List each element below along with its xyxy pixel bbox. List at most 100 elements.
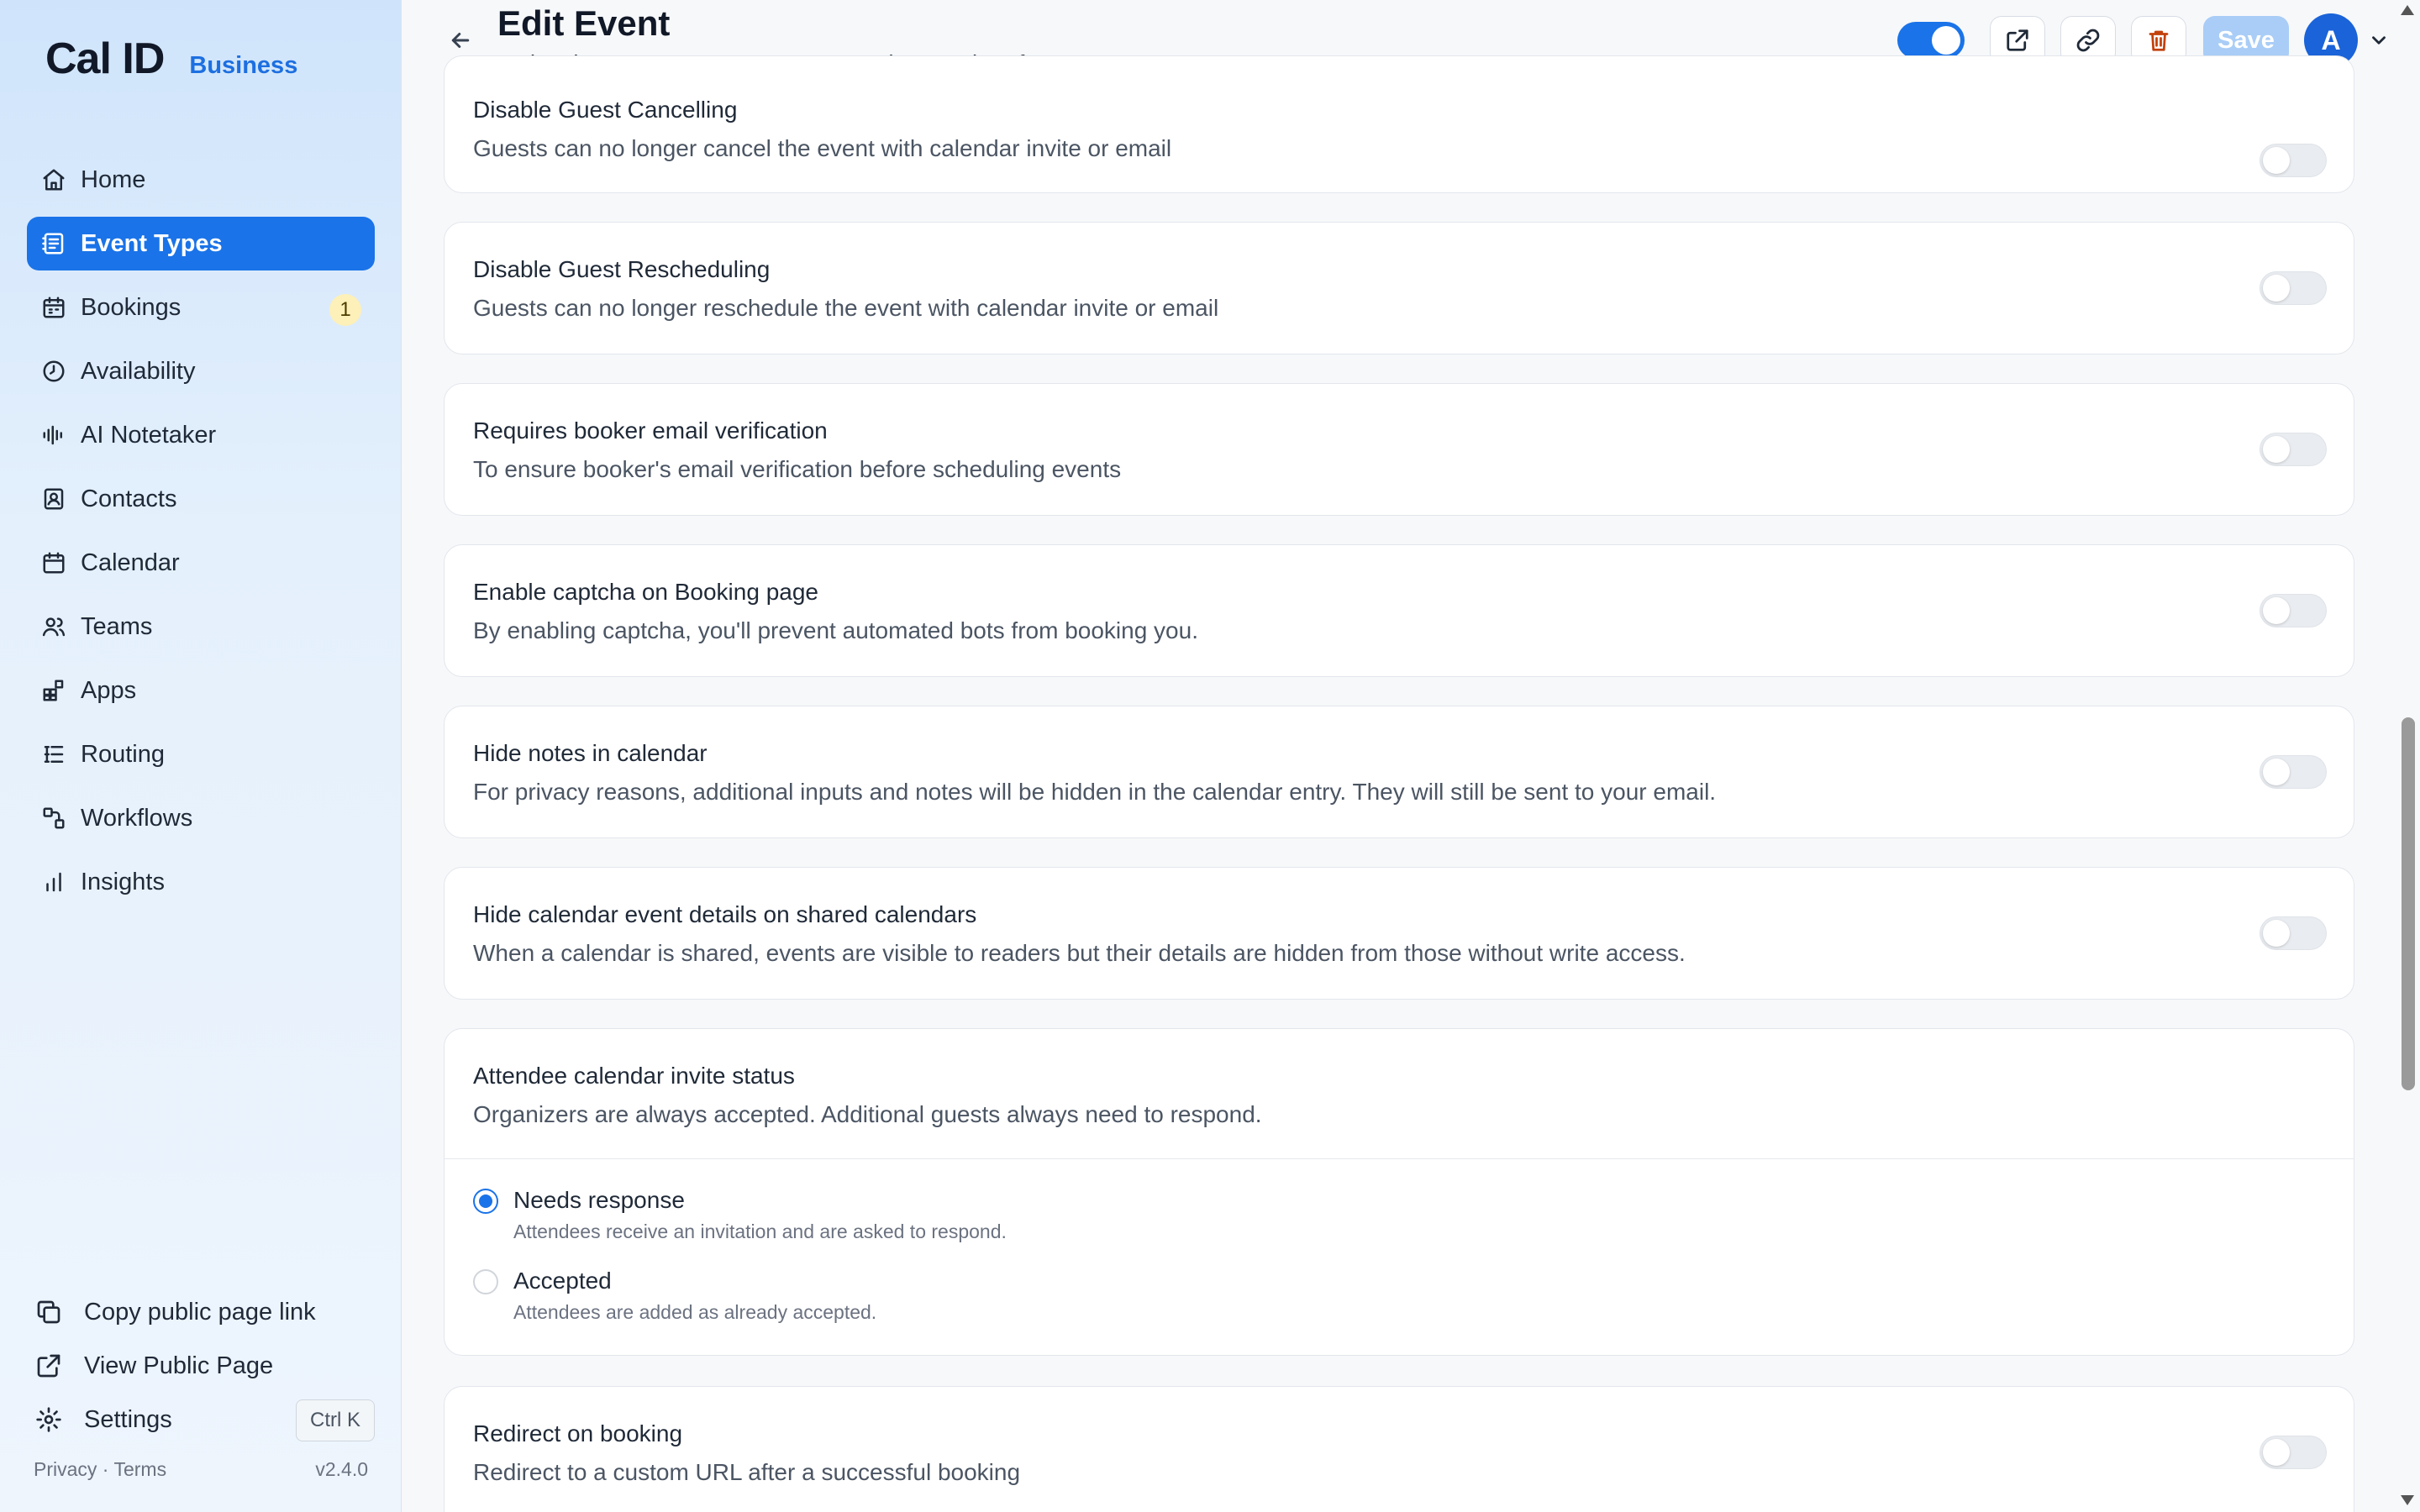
setting-description: Redirect to a custom URL after a success… [473,1459,1021,1485]
user-menu-button[interactable] [2366,28,2391,53]
sidebar-item-home[interactable]: Home [27,153,375,207]
enable-captcha-toggle[interactable] [2260,594,2327,627]
setting-card-enable-captcha: Enable captcha on Booking page By enabli… [444,544,2354,677]
setting-description: To ensure booker's email verification be… [473,456,1122,482]
settings-link[interactable]: Settings Ctrl K [34,1393,375,1446]
brand-name: Cal ID [45,34,165,83]
trash-icon [2149,30,2169,51]
scroll-up-arrow[interactable] [2401,5,2414,15]
sidebar-nav: Home Event Types Bookings 1 Availability… [27,153,375,919]
radio-hint: Attendees receive an invitation and are … [513,1221,1007,1242]
setting-title: Attendee calendar invite status [473,1063,795,1089]
sidebar-item-availability[interactable]: Availability [27,344,375,398]
setting-card-hide-calendar-event-details: Hide calendar event details on shared ca… [444,867,2354,1000]
chevron-down-icon [2372,36,2386,45]
view-public-page-link[interactable]: View Public Page [34,1339,375,1393]
sidebar-item-label: Teams [81,612,153,640]
setting-card-redirect-on-booking: Redirect on booking Redirect to a custom… [444,1386,2354,1512]
setting-description: Guests can no longer cancel the event wi… [473,135,1172,161]
sidebar-item-label: Apps [81,676,137,704]
workflow-icon [40,805,67,832]
brand-logo[interactable]: Cal ID Business [45,34,297,84]
setting-card-disable-guest-rescheduling: Disable Guest Rescheduling Guests can no… [444,222,2354,354]
radio-hint: Attendees are added as already accepted. [513,1301,877,1323]
event-enabled-toggle[interactable] [1897,22,1965,59]
sidebar-item-contacts[interactable]: Contacts [27,472,375,526]
sidebar-item-label: Home [81,165,146,193]
hide-calendar-event-details-toggle[interactable] [2260,916,2327,950]
footer-separator: · [102,1458,109,1480]
radio-accepted[interactable]: Accepted Attendees are added as already … [473,1268,876,1323]
view-public-page-label: View Public Page [84,1352,274,1379]
booker-email-verification-toggle[interactable] [2260,433,2327,466]
setting-description: Organizers are always accepted. Addition… [473,1101,1262,1127]
routing-list-icon [40,741,67,768]
sidebar-item-calendar[interactable]: Calendar [27,536,375,590]
calendar-icon [40,549,67,576]
sidebar-bottom: Copy public page link View Public Page S… [34,1285,375,1446]
radio-button[interactable] [473,1269,498,1294]
setting-title: Disable Guest Rescheduling [473,256,771,282]
home-icon [40,166,67,193]
disable-guest-cancelling-toggle[interactable] [2260,144,2327,177]
scroll-down-arrow[interactable] [2401,1495,2414,1505]
redirect-on-booking-toggle[interactable] [2260,1436,2327,1469]
sidebar-item-insights[interactable]: Insights [27,855,375,909]
radio-needs-response[interactable]: Needs response Attendees receive an invi… [473,1187,1007,1242]
apps-grid-icon [40,677,67,704]
setting-title: Hide notes in calendar [473,740,708,766]
setting-card-booker-email-verification: Requires booker email verification To en… [444,383,2354,516]
sidebar-item-label: Calendar [81,549,180,576]
sidebar-item-label: Event Types [81,229,223,257]
sidebar-item-ai-notetaker[interactable]: AI Notetaker [27,408,375,462]
radio-label: Accepted [513,1268,612,1294]
contact-card-icon [40,486,67,512]
back-button[interactable] [444,24,477,57]
setting-description: Guests can no longer reschedule the even… [473,295,1219,321]
sidebar-item-bookings[interactable]: Bookings 1 [27,281,375,334]
external-link-icon [2007,29,2028,51]
copy-public-link-button[interactable]: Copy public page link [34,1285,375,1339]
sidebar-item-label: Routing [81,740,165,768]
radio-label: Needs response [513,1187,685,1213]
sidebar-item-label: AI Notetaker [81,421,217,449]
settings-shortcut: Ctrl K [296,1399,375,1441]
arrow-left-icon [451,33,470,48]
brand-plan: Business [189,52,298,79]
sidebar-item-teams[interactable]: Teams [27,600,375,654]
copy-public-link-label: Copy public page link [84,1298,316,1326]
sidebar-item-label: Workflows [81,804,193,832]
app-version: v2.4.0 [315,1458,368,1480]
radio-button-selected[interactable] [473,1189,498,1214]
sidebar-item-apps[interactable]: Apps [27,664,375,717]
scroll-thumb[interactable] [2402,717,2415,1090]
setting-card-hide-notes: Hide notes in calendar For privacy reaso… [444,706,2354,838]
card-divider [445,1158,2354,1159]
setting-title: Requires booker email verification [473,417,828,444]
setting-title: Redirect on booking [473,1420,683,1446]
sidebar-footer: Privacy · Terms v2.4.0 [34,1458,368,1481]
event-advanced-settings: Disable Guest Cancelling Guests can no l… [444,55,2354,1512]
link-icon [2076,29,2100,52]
sidebar-item-event-types[interactable]: Event Types [27,217,375,270]
privacy-link[interactable]: Privacy [34,1458,97,1480]
setting-card-attendee-invite-status: Attendee calendar invite status Organize… [444,1028,2354,1356]
sidebar-item-routing[interactable]: Routing [27,727,375,781]
terms-link[interactable]: Terms [113,1458,166,1480]
setting-title: Enable captcha on Booking page [473,579,818,605]
sidebar: Cal ID Business Home Event Types Booking… [0,0,402,1512]
event-types-icon [40,230,67,257]
disable-guest-rescheduling-toggle[interactable] [2260,271,2327,305]
gear-icon [34,1404,64,1435]
page-scrollbar[interactable] [2395,0,2420,1512]
setting-title: Hide calendar event details on shared ca… [473,901,977,927]
sidebar-item-label: Insights [81,868,165,895]
bookings-calendar-icon [40,294,67,321]
sidebar-item-label: Contacts [81,485,177,512]
hide-notes-toggle[interactable] [2260,755,2327,789]
copy-icon [34,1297,64,1327]
sidebar-item-workflows[interactable]: Workflows [27,791,375,845]
clock-icon [40,358,67,385]
users-icon [40,613,67,640]
waveform-icon [40,422,67,449]
